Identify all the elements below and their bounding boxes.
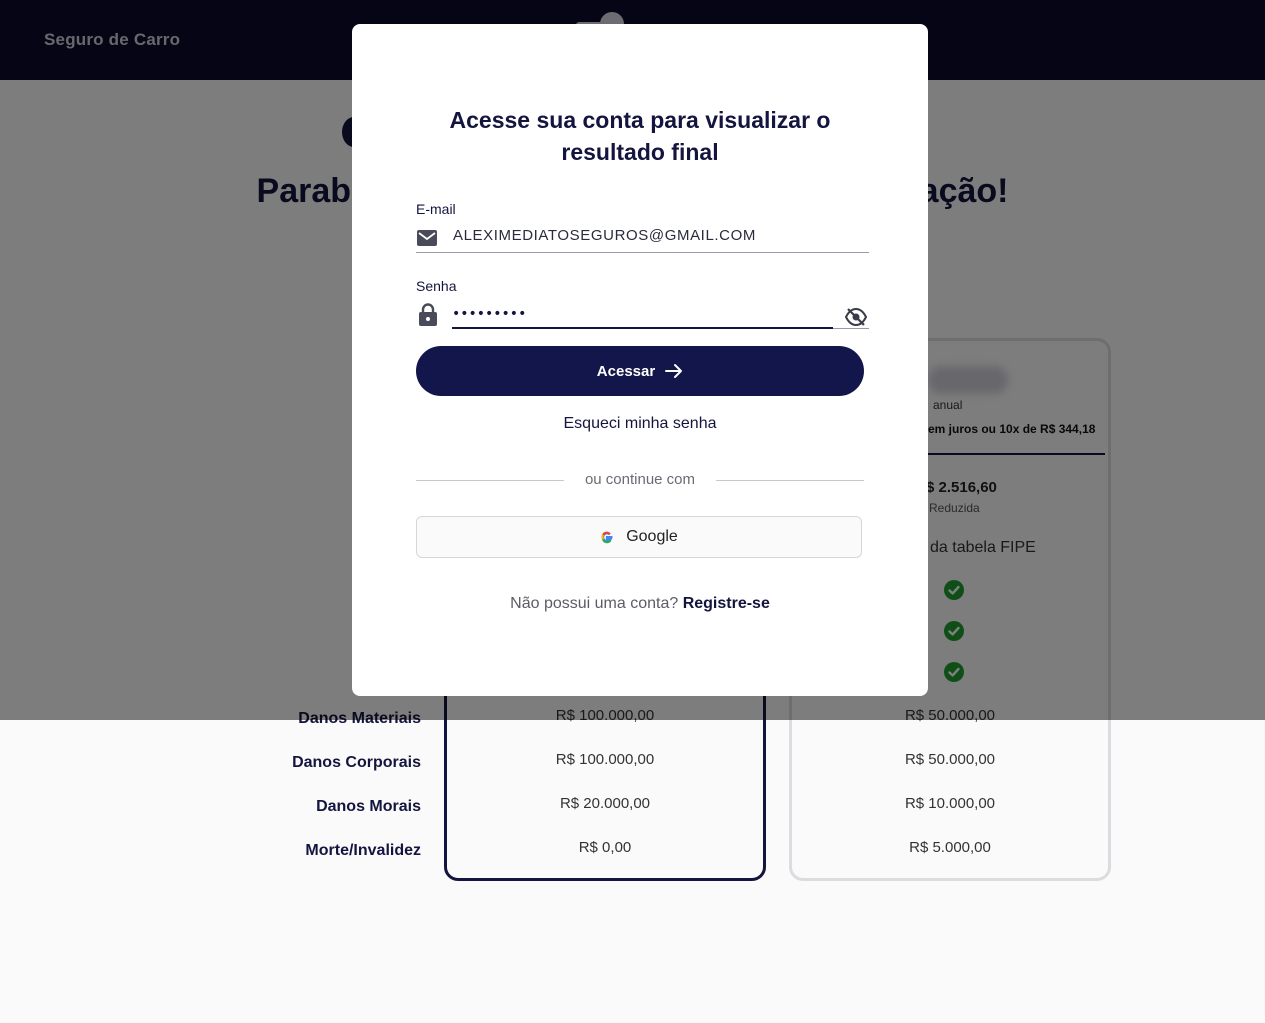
plan-value-danos-corporais: R$ 100.000,00: [555, 751, 655, 768]
eye-off-icon[interactable]: [845, 307, 867, 327]
plan-value-danos-morais: R$ 10.000,00: [904, 795, 996, 812]
modal-title: Acesse sua conta para visualizar o resul…: [449, 107, 831, 165]
row-label-danos-corporais: Danos Corporais: [292, 754, 421, 771]
signup-prompt-text: Não possui uma conta?: [510, 595, 679, 612]
arrow-right-icon: [665, 364, 683, 378]
envelope-icon: [417, 230, 437, 246]
email-field[interactable]: ALEXIMEDIATOSEGUROS@GMAIL.COM: [453, 227, 756, 244]
email-underline: [416, 252, 869, 253]
password-label: Senha: [416, 278, 457, 294]
google-login-button[interactable]: Google: [416, 516, 862, 558]
forgot-password-link[interactable]: Esqueci minha senha: [352, 415, 928, 433]
plan-value-morte-invalidez: R$ 0,00: [578, 839, 632, 856]
password-underline-focused: [452, 327, 833, 329]
signup-link[interactable]: Registre-se: [683, 595, 770, 612]
plan-value-morte-invalidez: R$ 5.000,00: [909, 839, 991, 856]
plan-value-danos-corporais: R$ 50.000,00: [904, 751, 996, 768]
plan-value-danos-morais: R$ 20.000,00: [559, 795, 651, 812]
password-underline: [833, 328, 869, 329]
password-field[interactable]: [452, 302, 832, 326]
google-label: Google: [626, 528, 678, 545]
divider-line-right: [716, 480, 864, 481]
google-logo-icon: [601, 531, 613, 544]
email-label: E-mail: [416, 201, 456, 217]
submit-label: Acessar: [596, 362, 656, 380]
row-label-danos-morais: Danos Morais: [316, 798, 421, 815]
submit-button[interactable]: Acessar: [416, 346, 864, 396]
lock-icon: [419, 303, 437, 326]
login-modal: Acesse sua conta para visualizar o resul…: [352, 24, 928, 696]
signup-prompt: Não possui uma conta? Registre-se: [352, 595, 928, 613]
row-label-morte-invalidez: Morte/Invalidez: [305, 842, 421, 859]
